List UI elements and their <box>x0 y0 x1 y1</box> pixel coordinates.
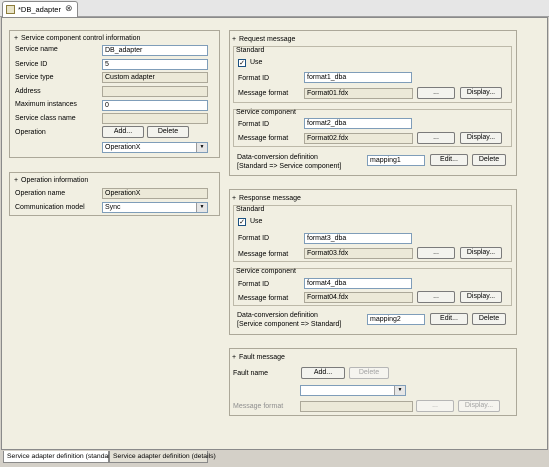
fault-message-format-field <box>300 401 413 412</box>
request-standard-use-label: Use <box>250 59 263 66</box>
response-sc-display-button[interactable]: Display... <box>460 291 502 303</box>
communication-model-select[interactable]: Sync ▼ <box>102 202 208 213</box>
service-name-input[interactable]: DB_adapter <box>102 45 208 56</box>
fault-browse-button[interactable]: ... <box>416 400 454 412</box>
control-info-header: Service component control information <box>21 35 141 42</box>
service-name-label: Service name <box>15 46 58 53</box>
response-sc-message-format-field: Format04.fdx <box>304 292 413 303</box>
response-sc-format-id-input[interactable]: format4_dba <box>304 278 412 289</box>
response-sc-browse-button[interactable]: ... <box>417 291 455 303</box>
request-sc-format-id-input[interactable]: format2_dba <box>304 118 412 129</box>
operation-name-label: Operation name <box>15 190 66 197</box>
max-instances-label: Maximum instances <box>15 101 77 108</box>
operation-label: Operation <box>15 129 46 136</box>
response-sc-message-format-label: Message format <box>238 295 289 302</box>
service-type-field: Custom adapter <box>102 72 208 83</box>
tab-service-adapter-definition-details[interactable]: Service adapter definition (details) <box>109 451 216 463</box>
request-sc-format-id-label: Format ID <box>238 121 270 128</box>
document-icon <box>6 5 15 14</box>
response-standard-browse-button[interactable]: ... <box>417 247 455 259</box>
expand-icon[interactable]: + <box>14 34 18 44</box>
editor-tab-bar <box>0 0 549 17</box>
fault-message-header: Fault message <box>239 354 285 361</box>
expand-icon[interactable]: + <box>232 353 236 363</box>
response-standard-title: Standard <box>236 206 265 213</box>
expand-icon[interactable]: + <box>232 35 236 45</box>
address-label: Address <box>15 88 41 95</box>
operation-select-value: OperationX <box>105 144 141 151</box>
request-sc-display-button[interactable]: Display... <box>460 132 502 144</box>
request-sc-message-format-label: Message format <box>238 135 289 142</box>
response-standard-display-button[interactable]: Display... <box>460 247 502 259</box>
request-standard-format-id-input[interactable]: format1_dba <box>304 72 412 83</box>
response-standard-use-checkbox[interactable]: ✓ <box>238 218 246 226</box>
request-standard-message-format-label: Message format <box>238 90 289 97</box>
communication-model-value: Sync <box>105 204 121 211</box>
service-class-name-label: Service class name <box>15 115 76 122</box>
add-operation-button[interactable]: Add... <box>102 126 144 138</box>
chevron-down-icon[interactable]: ▼ <box>196 203 207 212</box>
request-conversion-delete-button[interactable]: Delete <box>472 154 506 166</box>
editor-tab-title: *DB_adapter <box>18 5 61 14</box>
fault-display-button[interactable]: Display... <box>458 400 500 412</box>
expand-icon[interactable]: + <box>232 194 236 204</box>
request-standard-message-format-field: Format01.fdx <box>304 88 413 99</box>
delete-operation-button[interactable]: Delete <box>147 126 189 138</box>
response-standard-format-id-label: Format ID <box>238 235 270 242</box>
editor-tab-db-adapter[interactable]: *DB_adapter ⊗ <box>2 1 78 17</box>
request-service-component-title: Service component <box>236 109 296 116</box>
service-id-label: Service ID <box>15 61 48 68</box>
delete-fault-button[interactable]: Delete <box>349 367 389 379</box>
response-message-header: Response message <box>239 195 301 202</box>
request-message-header: Request message <box>239 36 296 43</box>
max-instances-input[interactable]: 0 <box>102 100 208 111</box>
expand-icon[interactable]: + <box>14 176 18 186</box>
request-sc-message-format-field: Format02.fdx <box>304 133 413 144</box>
operation-name-field: OperationX <box>102 188 208 199</box>
response-standard-message-format-label: Message format <box>238 251 289 258</box>
service-class-name-field <box>102 113 208 124</box>
response-standard-message-format-field: Format03.fdx <box>304 248 413 259</box>
fault-name-label: Fault name <box>233 370 269 377</box>
request-conversion-label-line2: [Standard => Service component] <box>237 163 342 170</box>
response-service-component-title: Service component <box>236 268 296 275</box>
service-type-label: Service type <box>15 74 54 81</box>
tab-service-adapter-definition-standard[interactable]: Service adapter definition (standard) <box>3 451 117 463</box>
fault-select[interactable]: ▼ <box>300 385 406 396</box>
operation-select[interactable]: OperationX ▼ <box>102 142 208 153</box>
response-conversion-delete-button[interactable]: Delete <box>472 313 506 325</box>
request-conversion-edit-button[interactable]: Edit... <box>430 154 468 166</box>
chevron-down-icon[interactable]: ▼ <box>394 386 405 395</box>
request-conversion-input[interactable]: mapping1 <box>367 155 425 166</box>
response-conversion-label-line2: [Service component => Standard] <box>237 321 342 328</box>
response-sc-format-id-label: Format ID <box>238 281 270 288</box>
response-conversion-edit-button[interactable]: Edit... <box>430 313 468 325</box>
fault-message-format-label: Message format <box>233 403 284 410</box>
add-fault-button[interactable]: Add... <box>301 367 345 379</box>
request-sc-browse-button[interactable]: ... <box>417 132 455 144</box>
request-standard-format-id-label: Format ID <box>238 75 270 82</box>
address-field <box>102 86 208 97</box>
response-conversion-input[interactable]: mapping2 <box>367 314 425 325</box>
request-standard-display-button[interactable]: Display... <box>460 87 502 99</box>
request-standard-use-checkbox[interactable]: ✓ <box>238 59 246 67</box>
response-standard-format-id-input[interactable]: format3_dba <box>304 233 412 244</box>
communication-model-label: Communication model <box>15 204 85 211</box>
service-id-input[interactable]: 5 <box>102 59 208 70</box>
response-standard-use-label: Use <box>250 218 263 225</box>
operation-info-header: Operation information <box>21 177 89 184</box>
request-standard-browse-button[interactable]: ... <box>417 87 455 99</box>
close-icon[interactable]: ⊗ <box>65 3 73 14</box>
request-standard-title: Standard <box>236 47 265 54</box>
chevron-down-icon[interactable]: ▼ <box>196 143 207 152</box>
